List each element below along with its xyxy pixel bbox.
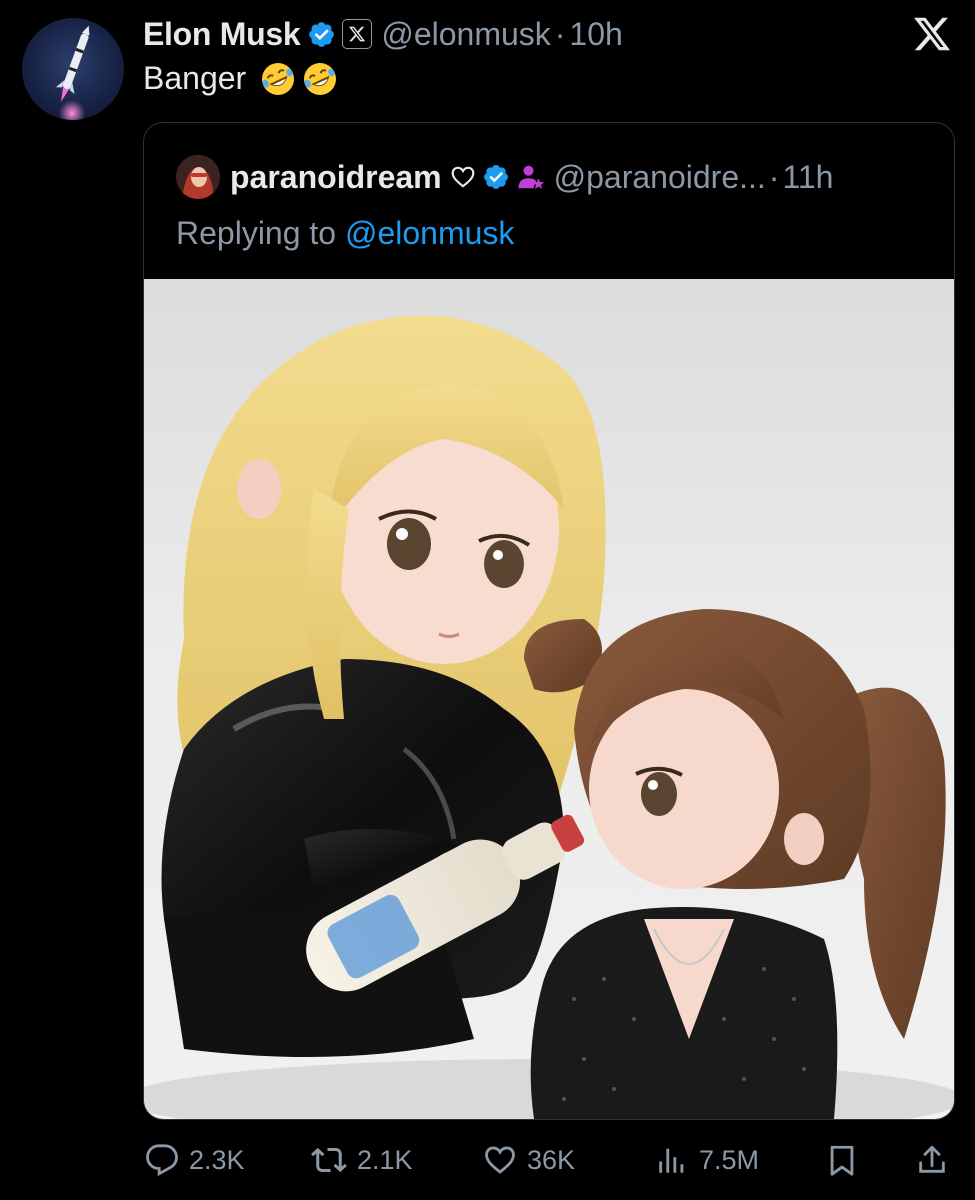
- tweet-body: Banger: [143, 60, 247, 96]
- heart-icon: [485, 1146, 515, 1174]
- x-logo-icon[interactable]: [910, 14, 954, 54]
- rocket-avatar-icon: [50, 25, 94, 120]
- reply-button[interactable]: 2.3K: [145, 1136, 245, 1184]
- rofl-emoji-icon: [304, 62, 337, 95]
- share-button[interactable]: [915, 1136, 949, 1184]
- bookmark-icon: [830, 1145, 854, 1176]
- quoted-author-handle[interactable]: @paranoidre...: [554, 159, 766, 196]
- repost-icon: [311, 1147, 347, 1173]
- replying-to-line: Replying to @elonmusk: [176, 215, 514, 252]
- views-count: 7.5M: [699, 1144, 760, 1175]
- separator-dot: ·: [554, 15, 566, 52]
- repost-count: 2.1K: [357, 1144, 413, 1175]
- quoted-tweet-card[interactable]: paranoidream @paranoidre... · 11h Replyi…: [143, 122, 955, 1120]
- tweet-text: Banger: [143, 60, 338, 97]
- heart-outline-icon: [451, 166, 475, 188]
- separator-dot: ·: [768, 158, 780, 195]
- quoted-tweet-timestamp[interactable]: 11h: [782, 159, 833, 196]
- like-count: 36K: [527, 1144, 576, 1175]
- verified-icon[interactable]: [482, 163, 510, 191]
- rofl-emoji-icon: [262, 62, 295, 95]
- tweet-timestamp[interactable]: 10h: [569, 16, 622, 53]
- x-logo-icon: [349, 26, 366, 42]
- verified-icon[interactable]: [307, 20, 336, 49]
- quoted-tweet-header: paranoidream @paranoidre... · 11h: [176, 155, 833, 199]
- reply-mention-link[interactable]: @elonmusk: [345, 215, 514, 251]
- share-icon: [919, 1145, 945, 1173]
- repost-button[interactable]: 2.1K: [311, 1136, 413, 1184]
- views-button[interactable]: 7.5M: [655, 1136, 759, 1184]
- bookmark-button[interactable]: [825, 1136, 859, 1184]
- reply-count: 2.3K: [189, 1144, 245, 1175]
- reply-icon: [146, 1144, 178, 1177]
- affiliation-x-badge[interactable]: [342, 19, 373, 49]
- views-chart-icon: [659, 1148, 684, 1173]
- replying-to-label: Replying to: [176, 215, 337, 251]
- author-handle[interactable]: @elonmusk: [381, 16, 550, 53]
- tweet-action-bar: 2.3K 2.1K 36K 7.5M: [143, 1136, 955, 1184]
- quoted-tweet-media[interactable]: [144, 279, 954, 1119]
- person-star-icon: [518, 165, 544, 189]
- author-display-name[interactable]: Elon Musk: [143, 16, 301, 53]
- figurine-image: [144, 315, 954, 1119]
- author-avatar[interactable]: [22, 18, 124, 120]
- quoted-author-display-name[interactable]: paranoidream: [230, 159, 442, 196]
- avatar-image: [176, 155, 220, 199]
- quoted-author-avatar[interactable]: [176, 155, 220, 199]
- tweet-header: Elon Musk @elonmusk · 10h: [143, 12, 623, 56]
- like-button[interactable]: 36K: [483, 1136, 575, 1184]
